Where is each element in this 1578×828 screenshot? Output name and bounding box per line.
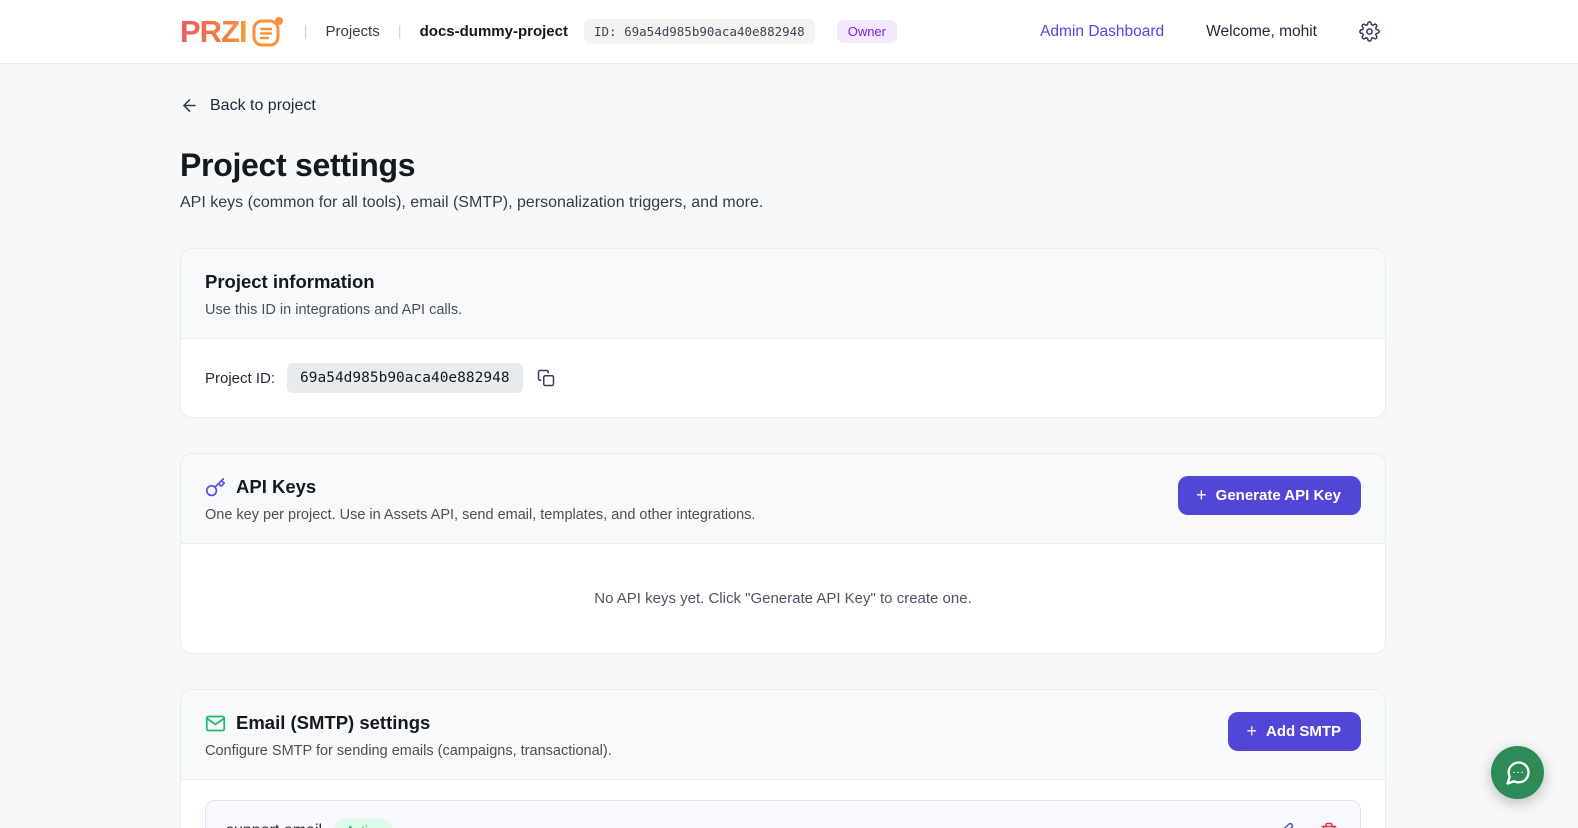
settings-button[interactable] — [1359, 21, 1380, 42]
smtp-header: Email (SMTP) settings Configure SMTP for… — [181, 690, 1385, 780]
copy-project-id-button[interactable] — [535, 367, 557, 389]
divider: | — [397, 23, 402, 40]
project-id-badge: ID: 69a54d985b90aca40e882948 — [583, 19, 815, 44]
back-link-label: Back to project — [210, 96, 316, 114]
plus-icon: + — [1196, 485, 1207, 505]
top-header: PRZI | Projects | docs-dummy-project ID:… — [0, 0, 1578, 64]
gear-icon — [1359, 21, 1380, 42]
divider: | — [303, 23, 308, 40]
project-id-row: Project ID: 69a54d985b90aca40e882948 — [205, 363, 1361, 393]
project-id-value: 69a54d985b90aca40e882948 — [287, 363, 523, 393]
welcome-text: Welcome, mohit — [1206, 22, 1317, 40]
copy-icon — [537, 369, 555, 387]
admin-dashboard-link[interactable]: Admin Dashboard — [1040, 23, 1164, 41]
smtp-entry-row: support email Active — [205, 800, 1361, 828]
logo-doc-icon — [250, 14, 286, 50]
main-content: Back to project Project settings API key… — [0, 64, 1386, 828]
project-id-label: Project ID: — [205, 369, 276, 387]
api-keys-header: API Keys One key per project. Use in Ass… — [181, 454, 1385, 544]
arrow-left-icon — [180, 96, 199, 115]
current-project-name: docs-dummy-project — [419, 23, 568, 40]
project-info-header: Project information Use this ID in integ… — [181, 249, 1385, 339]
smtp-card: Email (SMTP) settings Configure SMTP for… — [180, 689, 1386, 828]
project-info-card: Project information Use this ID in integ… — [180, 248, 1386, 418]
add-smtp-button[interactable]: + Add SMTP — [1228, 712, 1361, 751]
delete-smtp-button[interactable] — [1318, 820, 1340, 828]
plus-icon: + — [1246, 721, 1257, 741]
page-title: Project settings — [180, 147, 416, 183]
pencil-icon — [1276, 822, 1294, 828]
back-to-project-link[interactable]: Back to project — [180, 96, 316, 115]
logo[interactable]: PRZI — [180, 14, 286, 50]
api-keys-subtitle: One key per project. Use in Assets API, … — [205, 507, 756, 523]
add-smtp-label: Add SMTP — [1266, 722, 1341, 740]
chat-bubble-icon — [1504, 759, 1532, 787]
logo-text: PRZI — [180, 13, 248, 49]
trash-icon — [1320, 822, 1338, 828]
key-icon — [205, 477, 226, 498]
status-badge: Active — [334, 819, 394, 828]
api-keys-title: API Keys — [236, 476, 317, 497]
smtp-title: Email (SMTP) settings — [236, 712, 431, 733]
generate-api-key-label: Generate API Key — [1215, 486, 1341, 504]
api-keys-empty-state: No API keys yet. Click "Generate API Key… — [594, 590, 972, 607]
nav-projects-link[interactable]: Projects — [326, 23, 380, 40]
mail-icon — [205, 713, 226, 734]
smtp-entry-name: support email — [226, 822, 322, 828]
smtp-subtitle: Configure SMTP for sending emails (campa… — [205, 743, 612, 759]
page-subtitle: API keys (common for all tools), email (… — [180, 194, 764, 211]
role-badge: Owner — [836, 20, 897, 43]
api-keys-card: API Keys One key per project. Use in Ass… — [180, 453, 1386, 654]
project-info-subtitle: Use this ID in integrations and API call… — [205, 302, 463, 318]
generate-api-key-button[interactable]: + Generate API Key — [1178, 476, 1361, 515]
project-info-title: Project information — [205, 271, 375, 292]
chat-fab-button[interactable] — [1491, 746, 1544, 799]
edit-smtp-button[interactable] — [1274, 820, 1296, 828]
